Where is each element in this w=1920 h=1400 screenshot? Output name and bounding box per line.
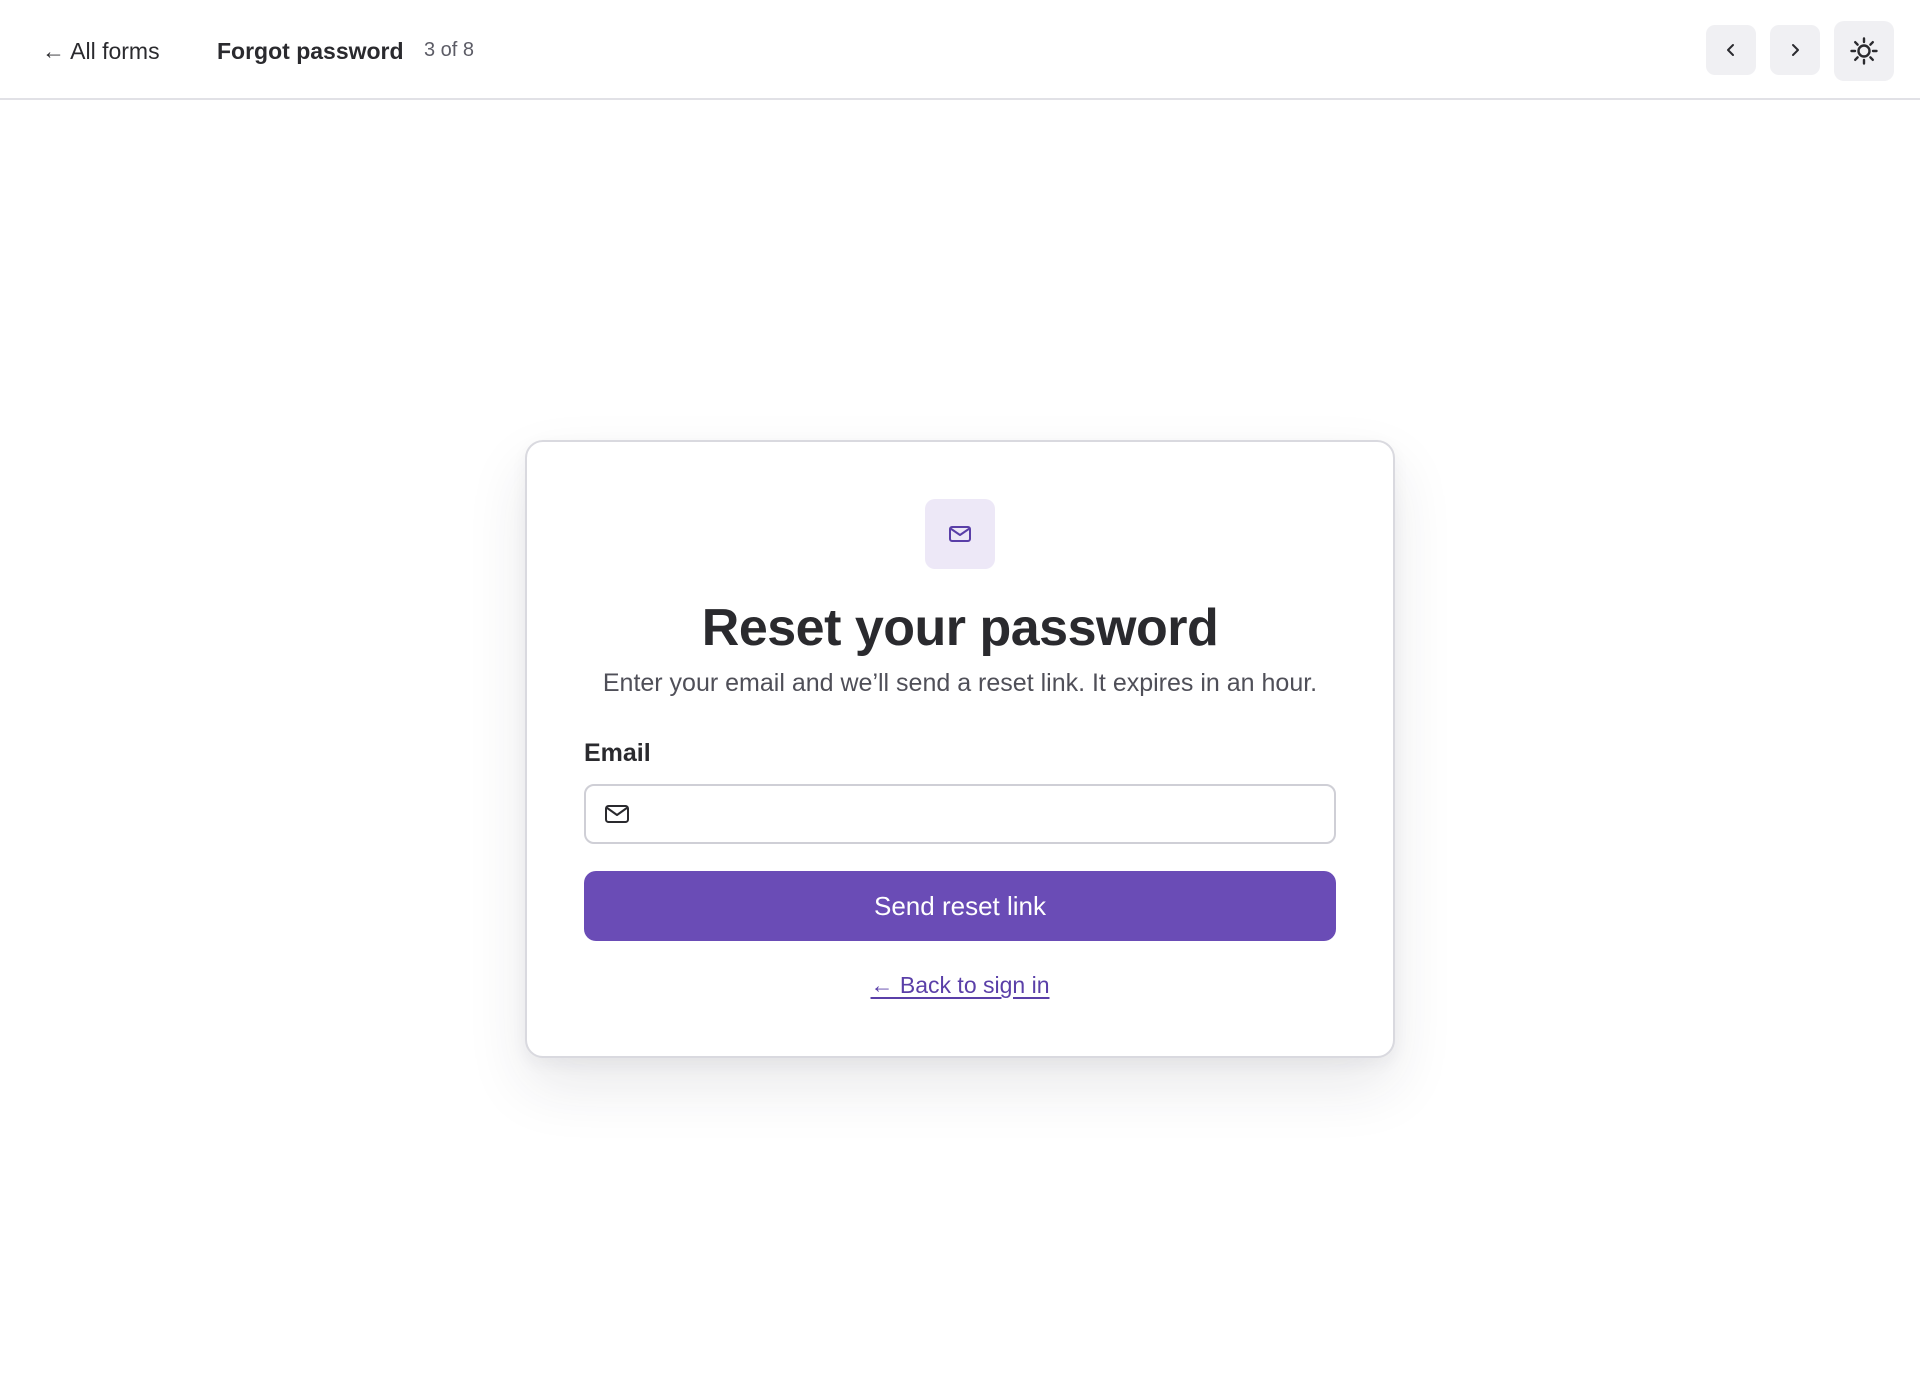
email-label: Email <box>584 739 651 767</box>
next-form-button[interactable] <box>1770 25 1820 75</box>
send-reset-link-button[interactable]: Send reset link <box>584 871 1336 941</box>
form-counter: 3 of 8 <box>424 39 475 61</box>
chevron-left-icon <box>1727 44 1734 56</box>
previous-form-button[interactable] <box>1706 25 1756 75</box>
email-input[interactable] <box>646 786 1326 842</box>
mail-icon <box>949 526 971 542</box>
card-title: Reset your password <box>701 599 1219 657</box>
all-forms-label: ← All forms <box>42 37 160 64</box>
chevron-right-icon <box>1792 44 1799 56</box>
mail-icon <box>605 805 629 823</box>
mail-badge <box>925 499 995 569</box>
back-to-signin-link[interactable]: ← Back to sign in <box>871 972 1050 998</box>
back-to-signin-row: ← Back to sign in <box>527 970 1393 1000</box>
theme-toggle-button[interactable] <box>1834 21 1894 81</box>
sun-icon <box>1850 37 1878 65</box>
top-bar: ← All forms Forgot password 3 of 8 <box>0 0 1920 100</box>
email-field[interactable] <box>584 784 1336 844</box>
all-forms-link[interactable]: ← All forms <box>42 36 160 66</box>
form-title: Forgot password <box>217 38 404 64</box>
card-subtitle: Enter your email and we’ll send a reset … <box>602 669 1318 697</box>
reset-password-card: Reset your password Enter your email and… <box>525 440 1395 1058</box>
